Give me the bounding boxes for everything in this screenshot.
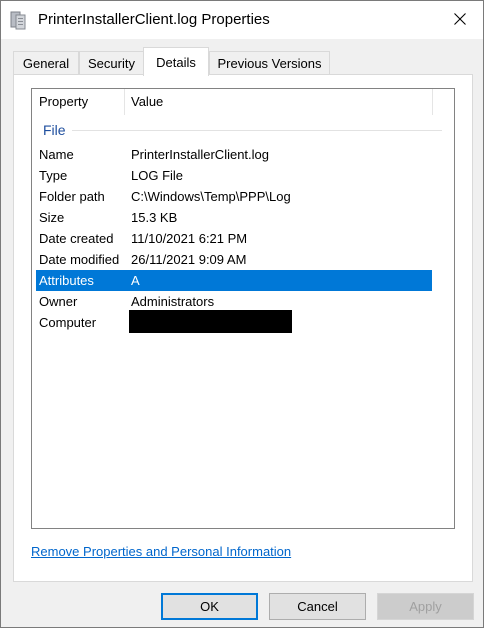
property-name: Date created bbox=[39, 231, 114, 246]
property-name: Type bbox=[39, 168, 68, 183]
cancel-button[interactable]: Cancel bbox=[269, 593, 366, 620]
title-bar: PrinterInstallerClient.log Properties bbox=[1, 1, 483, 39]
tab-label: Security bbox=[88, 56, 135, 71]
apply-button-label: Apply bbox=[409, 599, 442, 614]
tab-previous-versions[interactable]: Previous Versions bbox=[209, 51, 330, 75]
remove-properties-link[interactable]: Remove Properties and Personal Informati… bbox=[31, 544, 291, 559]
cancel-button-label: Cancel bbox=[297, 599, 338, 614]
list-item[interactable]: Folder path C:\Windows\Temp\PPP\Log bbox=[36, 186, 432, 207]
file-properties-icon bbox=[10, 10, 30, 30]
list-item[interactable]: Name PrinterInstallerClient.log bbox=[36, 144, 432, 165]
property-name: Date modified bbox=[39, 252, 120, 267]
property-value: C:\Windows\Temp\PPP\Log bbox=[131, 189, 291, 204]
tab-details[interactable]: Details bbox=[143, 47, 209, 76]
list-item[interactable]: Type LOG File bbox=[36, 165, 432, 186]
list-header: Property Value bbox=[32, 89, 454, 115]
property-value: 11/10/2021 6:21 PM bbox=[131, 231, 248, 246]
details-list[interactable]: Property Value File Name PrinterInstalle… bbox=[31, 88, 455, 529]
property-value: 15.3 KB bbox=[131, 210, 178, 225]
property-name: Attributes bbox=[39, 273, 94, 288]
property-name: Size bbox=[39, 210, 65, 225]
group-divider bbox=[72, 130, 442, 131]
list-item[interactable]: Owner Administrators bbox=[36, 291, 432, 312]
column-divider[interactable] bbox=[124, 89, 125, 115]
tab-strip: General Security Details Previous Versio… bbox=[13, 47, 473, 76]
properties-dialog: PrinterInstallerClient.log Properties Ge… bbox=[0, 0, 484, 628]
property-name: Folder path bbox=[39, 189, 105, 204]
property-name: Name bbox=[39, 147, 74, 162]
property-value: A bbox=[131, 273, 140, 288]
tab-label: Previous Versions bbox=[217, 56, 322, 71]
list-item[interactable]: Date created 11/10/2021 6:21 PM bbox=[36, 228, 432, 249]
property-value: 26/11/2021 9:09 AM bbox=[131, 252, 247, 267]
tab-label: General bbox=[22, 56, 70, 71]
property-value: PrinterInstallerClient.log bbox=[131, 147, 270, 162]
column-divider[interactable] bbox=[432, 89, 433, 115]
property-name: Computer bbox=[39, 315, 97, 330]
list-item[interactable]: Date modified 26/11/2021 9:09 AM bbox=[36, 249, 432, 270]
details-panel: Property Value File Name PrinterInstalle… bbox=[13, 74, 473, 582]
close-button[interactable] bbox=[437, 1, 483, 39]
tab-security[interactable]: Security bbox=[79, 51, 144, 75]
close-icon bbox=[454, 12, 466, 28]
apply-button[interactable]: Apply bbox=[377, 593, 474, 620]
redacted-value bbox=[129, 310, 292, 333]
column-header-property[interactable]: Property bbox=[39, 94, 88, 109]
tab-label: Details bbox=[156, 54, 196, 70]
property-value: LOG File bbox=[131, 168, 184, 183]
property-name: Owner bbox=[39, 294, 78, 309]
window-title: PrinterInstallerClient.log Properties bbox=[38, 11, 270, 28]
list-item[interactable]: Computer bbox=[36, 310, 432, 333]
property-value: Administrators bbox=[131, 294, 215, 309]
column-header-value[interactable]: Value bbox=[131, 94, 163, 109]
list-item[interactable]: Size 15.3 KB bbox=[36, 207, 432, 228]
ok-button-label: OK bbox=[200, 599, 219, 614]
ok-button[interactable]: OK bbox=[161, 593, 258, 620]
group-header-file: File bbox=[43, 122, 66, 138]
tab-general[interactable]: General bbox=[13, 51, 79, 75]
list-item-selected[interactable]: Attributes A bbox=[36, 270, 432, 291]
